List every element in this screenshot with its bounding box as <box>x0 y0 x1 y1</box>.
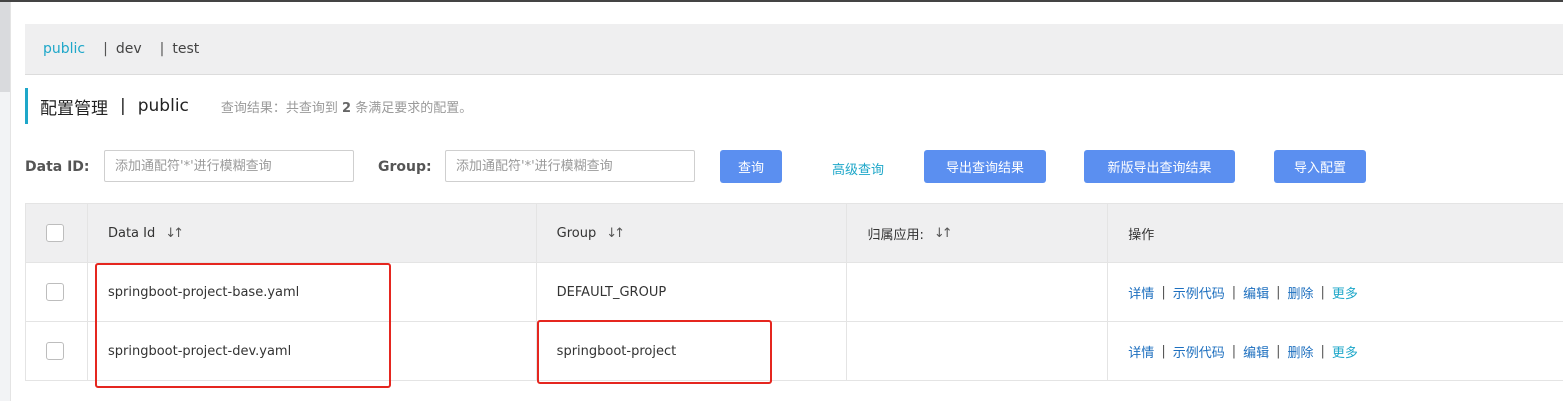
row-select-cell <box>26 322 88 380</box>
result-count: 2 <box>342 100 352 116</box>
sort-icon[interactable]: ↓↑ <box>165 226 184 241</box>
new-export-results-button[interactable]: 新版导出查询结果 <box>1084 150 1235 183</box>
current-namespace: public <box>137 96 189 116</box>
actions-cell: 详情 | 示例代码 | 编辑 | 删除 | 更多 <box>1108 263 1563 321</box>
data-id-cell: springboot-project-dev.yaml <box>88 322 537 380</box>
table-row: springboot-project-dev.yaml springboot-p… <box>26 322 1563 381</box>
table-row: springboot-project-base.yaml DEFAULT_GRO… <box>26 263 1563 322</box>
data-id-input[interactable] <box>104 150 354 182</box>
page-header: 配置管理 | public 查询结果：共查询到 2 条满足要求的配置。 <box>25 88 472 124</box>
more-link[interactable]: 更多 <box>1332 342 1358 361</box>
row-select-cell <box>26 263 88 321</box>
select-all-checkbox[interactable] <box>46 224 64 242</box>
delete-link[interactable]: 删除 <box>1288 342 1314 361</box>
import-config-button[interactable]: 导入配置 <box>1274 150 1366 183</box>
title-accent-bar <box>25 88 28 124</box>
action-separator: | <box>1231 343 1237 359</box>
query-result-summary: 查询结果：共查询到 2 条满足要求的配置。 <box>221 97 472 116</box>
namespace-dev[interactable]: dev <box>116 41 142 57</box>
actions-cell: 详情 | 示例代码 | 编辑 | 删除 | 更多 <box>1108 322 1563 380</box>
result-suffix: 条满足要求的配置。 <box>351 100 473 116</box>
config-management-page: public | dev | test 配置管理 | public 查询结果：共… <box>0 0 1563 401</box>
advanced-query-link[interactable]: 高级查询 <box>832 159 884 178</box>
column-label-actions: 操作 <box>1128 227 1155 243</box>
scrollbar-thumb[interactable] <box>0 2 10 92</box>
data-id-cell: springboot-project-base.yaml <box>88 263 537 321</box>
sort-icon[interactable]: ↓↑ <box>606 226 625 241</box>
more-link[interactable]: 更多 <box>1332 283 1358 302</box>
row-checkbox[interactable] <box>46 283 64 301</box>
left-scroll-gutter <box>0 2 11 401</box>
app-cell <box>847 263 1109 321</box>
column-label-data-id: Data Id <box>107 225 156 241</box>
query-button[interactable]: 查询 <box>720 150 782 183</box>
export-results-button[interactable]: 导出查询结果 <box>924 150 1046 183</box>
namespace-separator: | <box>159 41 165 57</box>
namespace-separator: | <box>103 41 108 57</box>
top-divider <box>0 0 1563 2</box>
group-input[interactable] <box>445 150 695 182</box>
column-header-app: 归属应用: ↓↑ <box>847 204 1109 262</box>
column-header-data-id: Data Id ↓↑ <box>88 204 537 262</box>
detail-link[interactable]: 详情 <box>1128 342 1154 361</box>
sample-code-link[interactable]: 示例代码 <box>1173 283 1225 302</box>
detail-link[interactable]: 详情 <box>1128 283 1154 302</box>
group-label: Group: <box>378 159 432 175</box>
action-separator: | <box>1276 284 1281 300</box>
column-label-app: 归属应用: <box>867 227 924 243</box>
action-separator: | <box>1161 284 1166 300</box>
sample-code-link[interactable]: 示例代码 <box>1173 342 1225 361</box>
search-bar: Data ID: Group: 查询 高级查询 导出查询结果 新版导出查询结果 … <box>25 150 1545 186</box>
namespace-bar: public | dev | test <box>25 24 1563 75</box>
action-separator: | <box>1320 343 1325 359</box>
edit-link[interactable]: 编辑 <box>1243 283 1269 302</box>
action-separator: | <box>1161 343 1166 359</box>
namespace-test[interactable]: test <box>172 41 199 57</box>
page-title: 配置管理 <box>40 98 108 119</box>
group-cell: springboot-project <box>537 322 848 380</box>
column-header-actions: 操作 <box>1108 204 1563 262</box>
column-label-group: Group <box>556 225 597 241</box>
edit-link[interactable]: 编辑 <box>1243 342 1269 361</box>
select-all-cell <box>26 204 88 262</box>
title-separator: | <box>120 96 126 116</box>
action-separator: | <box>1320 284 1325 300</box>
data-id-label: Data ID: <box>25 159 90 175</box>
config-table: Data Id ↓↑ Group ↓↑ 归属应用: ↓↑ 操作 springbo… <box>25 203 1563 381</box>
result-prefix: 查询结果：共查询到 <box>220 100 343 116</box>
table-header-row: Data Id ↓↑ Group ↓↑ 归属应用: ↓↑ 操作 <box>26 204 1563 263</box>
app-cell <box>847 322 1109 380</box>
group-cell: DEFAULT_GROUP <box>537 263 848 321</box>
row-checkbox[interactable] <box>46 342 64 360</box>
action-separator: | <box>1276 343 1281 359</box>
delete-link[interactable]: 删除 <box>1288 283 1314 302</box>
column-header-group: Group ↓↑ <box>537 204 848 262</box>
sort-icon[interactable]: ↓↑ <box>934 226 953 241</box>
action-separator: | <box>1231 284 1237 300</box>
namespace-public[interactable]: public <box>43 41 85 57</box>
